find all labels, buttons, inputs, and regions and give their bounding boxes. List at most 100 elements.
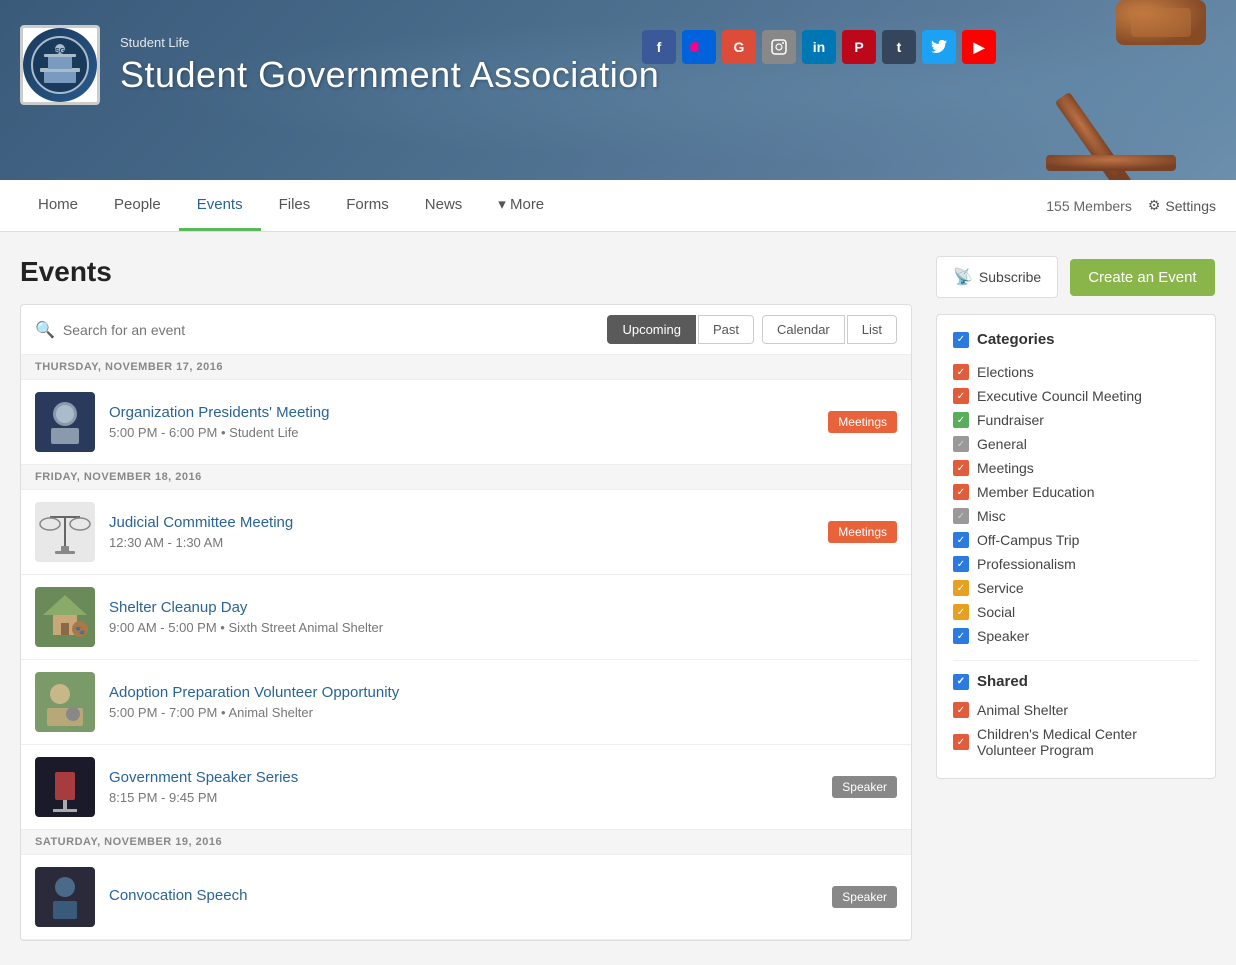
cat-checkbox[interactable]: ✓ (953, 532, 969, 548)
cat-checkbox[interactable]: ✓ (953, 604, 969, 620)
cat-item-general[interactable]: ✓ General (953, 432, 1199, 456)
cat-checkbox[interactable]: ✓ (953, 460, 969, 476)
view-calendar-btn[interactable]: Calendar (762, 315, 845, 344)
event-item[interactable]: 🐾 Shelter Cleanup Day 9:00 AM - 5:00 PM … (21, 575, 911, 660)
event-item[interactable]: Adoption Preparation Volunteer Opportuni… (21, 660, 911, 745)
nav-files[interactable]: Files (261, 180, 329, 231)
cat-item-fundraiser[interactable]: ✓ Fundraiser (953, 408, 1199, 432)
event-info: Organization Presidents' Meeting 5:00 PM… (109, 404, 814, 440)
event-item[interactable]: Government Speaker Series 8:15 PM - 9:45… (21, 745, 911, 830)
event-thumb-convocation (35, 867, 95, 927)
event-info: Government Speaker Series 8:15 PM - 9:45… (109, 769, 818, 805)
filter-past-btn[interactable]: Past (698, 315, 754, 344)
filter-upcoming-btn[interactable]: Upcoming (607, 315, 696, 344)
event-badge-speaker: Speaker (832, 886, 897, 908)
nav-people[interactable]: People (96, 180, 179, 231)
nav-events[interactable]: Events (179, 180, 261, 231)
cat-item-member-education[interactable]: ✓ Member Education (953, 480, 1199, 504)
search-icon: 🔍 (35, 320, 55, 340)
nav-news[interactable]: News (407, 180, 481, 231)
rss-icon: 📡 (953, 267, 973, 287)
org-logo[interactable]: SG (20, 25, 100, 105)
members-count: 155 Members (1046, 198, 1132, 214)
shared-title: Shared (977, 673, 1028, 690)
filter-buttons: Upcoming Past (607, 315, 754, 344)
cat-label: Misc (977, 508, 1006, 524)
cat-label: General (977, 436, 1027, 452)
event-badge-meetings: Meetings (828, 411, 897, 433)
cat-checkbox[interactable]: ✓ (953, 580, 969, 596)
nav-more[interactable]: ▾ More (480, 180, 562, 231)
event-title: Judicial Committee Meeting (109, 514, 814, 531)
cat-checkbox[interactable]: ✓ (953, 388, 969, 404)
search-input[interactable] (63, 322, 608, 338)
view-buttons: Calendar List (762, 315, 897, 344)
create-event-button[interactable]: Create an Event (1070, 259, 1214, 296)
cat-checkbox[interactable]: ✓ (953, 412, 969, 428)
event-item[interactable]: Organization Presidents' Meeting 5:00 PM… (21, 380, 911, 465)
cat-checkbox[interactable]: ✓ (953, 556, 969, 572)
cat-label: Children's Medical Center Volunteer Prog… (977, 726, 1199, 758)
event-title: Government Speaker Series (109, 769, 818, 786)
header-banner: SG Student Life Student Government Assoc… (0, 0, 1236, 180)
cat-label: Fundraiser (977, 412, 1044, 428)
cat-checkbox[interactable]: ✓ (953, 364, 969, 380)
shared-header: ✓ Shared (953, 673, 1199, 690)
cat-item-meetings[interactable]: ✓ Meetings (953, 456, 1199, 480)
cat-checkbox[interactable]: ✓ (953, 508, 969, 524)
cat-item-professionalism[interactable]: ✓ Professionalism (953, 552, 1199, 576)
event-badge-meetings: Meetings (828, 521, 897, 543)
cat-label: Animal Shelter (977, 702, 1068, 718)
cat-item-service[interactable]: ✓ Service (953, 576, 1199, 600)
event-thumb-speaker (35, 757, 95, 817)
event-thumb-adoption (35, 672, 95, 732)
settings-link[interactable]: ⚙ Settings (1148, 197, 1216, 214)
cat-checkbox[interactable]: ✓ (953, 436, 969, 452)
events-section: Events 🔍 Upcoming Past Calendar List THU… (20, 256, 912, 941)
event-time: 12:30 AM - 1:30 AM (109, 535, 814, 550)
cat-label: Social (977, 604, 1015, 620)
subscribe-button[interactable]: 📡 Subscribe (936, 256, 1058, 298)
event-info: Shelter Cleanup Day 9:00 AM - 5:00 PM • … (109, 599, 897, 635)
event-time: 5:00 PM - 7:00 PM • Animal Shelter (109, 705, 897, 720)
cat-checkbox[interactable]: ✓ (953, 484, 969, 500)
event-item[interactable]: Judicial Committee Meeting 12:30 AM - 1:… (21, 490, 911, 575)
nav-links: Home People Events Files Forms News ▾ Mo… (20, 180, 1046, 231)
cat-item-speaker[interactable]: ✓ Speaker (953, 624, 1199, 648)
cat-label: Executive Council Meeting (977, 388, 1142, 404)
cat-label: Elections (977, 364, 1034, 380)
cat-checkbox[interactable]: ✓ (953, 702, 969, 718)
subscribe-label: Subscribe (979, 269, 1041, 285)
svg-text:🐾: 🐾 (75, 626, 85, 635)
cat-item-misc[interactable]: ✓ Misc (953, 504, 1199, 528)
section-divider (953, 660, 1199, 661)
cat-item-animal-shelter[interactable]: ✓ Animal Shelter (953, 698, 1199, 722)
shared-checkbox[interactable]: ✓ (953, 674, 969, 690)
event-title: Convocation Speech (109, 887, 818, 904)
org-title: Student Government Association (120, 54, 1216, 96)
event-time: 5:00 PM - 6:00 PM • Student Life (109, 425, 814, 440)
view-list-btn[interactable]: List (847, 315, 897, 344)
cat-item-off-campus[interactable]: ✓ Off-Campus Trip (953, 528, 1199, 552)
cat-item-elections[interactable]: ✓ Elections (953, 360, 1199, 384)
page-title: Events (20, 256, 912, 288)
nav-home[interactable]: Home (20, 180, 96, 231)
cat-item-executive-council[interactable]: ✓ Executive Council Meeting (953, 384, 1199, 408)
svg-text:SG: SG (55, 48, 66, 55)
cat-label: Member Education (977, 484, 1095, 500)
cat-checkbox[interactable]: ✓ (953, 628, 969, 644)
event-time: 9:00 AM - 5:00 PM • Sixth Street Animal … (109, 620, 897, 635)
event-thumb-judicial (35, 502, 95, 562)
nav-forms[interactable]: Forms (328, 180, 407, 231)
events-list: 🔍 Upcoming Past Calendar List THURSDAY, … (20, 304, 912, 941)
cat-checkbox[interactable]: ✓ (953, 734, 969, 750)
event-item[interactable]: Convocation Speech Speaker (21, 855, 911, 940)
event-thumb-presidents (35, 392, 95, 452)
date-saturday: SATURDAY, NOVEMBER 19, 2016 (21, 830, 911, 855)
cat-item-social[interactable]: ✓ Social (953, 600, 1199, 624)
categories-checkbox[interactable]: ✓ (953, 332, 969, 348)
cat-label: Speaker (977, 628, 1029, 644)
event-info: Convocation Speech (109, 887, 818, 908)
cat-item-childrens-medical[interactable]: ✓ Children's Medical Center Volunteer Pr… (953, 722, 1199, 762)
search-container: 🔍 Upcoming Past Calendar List (21, 305, 911, 355)
